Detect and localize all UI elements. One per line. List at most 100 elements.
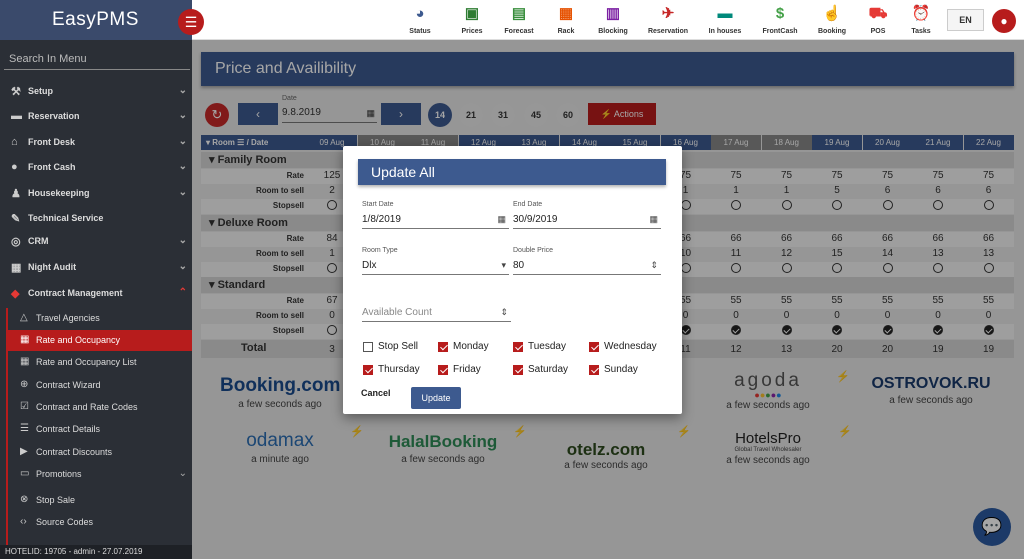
dollar-icon: $ xyxy=(775,5,785,22)
plane-icon: ✈ xyxy=(661,5,675,22)
end-date-value: 30/9/2019 xyxy=(513,214,558,225)
globe-icon: ◎ xyxy=(11,236,21,248)
calendar-icon: ▥ xyxy=(605,5,621,22)
calendar-icon: ▦ xyxy=(20,334,30,345)
toolbar-label: Status xyxy=(409,28,431,35)
toolbar-blocking[interactable]: ▥ Blocking xyxy=(591,4,635,35)
sidebar-subitem-label: Travel Agencies xyxy=(36,313,100,323)
toolbar-pos[interactable]: ⛟ POS xyxy=(856,4,900,35)
toolbar-status[interactable]: ◕ Status xyxy=(398,4,442,35)
menu-search-input[interactable]: Search In Menu xyxy=(4,50,190,70)
toolbar-forecast[interactable]: ▤ Forecast xyxy=(497,4,541,35)
chevron-down-icon: ▾ xyxy=(501,260,506,270)
available-count-input[interactable]: Available Count ⇕ xyxy=(362,305,511,322)
checkbox-label: Monday xyxy=(453,341,489,352)
sidebar-item-setup[interactable]: ⚒ Setup ⌄ xyxy=(0,80,192,104)
sidebar-subitem-contract-discounts[interactable]: ▶ Contract Discounts xyxy=(6,442,192,463)
sidebar-item-reservation[interactable]: ▬ Reservation ⌄ xyxy=(0,105,192,129)
sidebar-item-technical-service[interactable]: ✎ Technical Service xyxy=(0,207,192,231)
sidebar-subitem-stop-sale[interactable]: ⊗ Stop Sale xyxy=(6,490,192,511)
chevron-up-icon: ⌃ xyxy=(178,287,187,298)
toolbar-tasks[interactable]: ⏰ Tasks xyxy=(899,4,943,35)
toolbar-reservation[interactable]: ✈ Reservation xyxy=(646,4,690,35)
sidebar-subitem-rate-and-occupancy-list[interactable]: ▦ Rate and Occupancy List xyxy=(6,352,192,373)
sidebar-subitem-label: Promotions xyxy=(36,469,82,479)
calendar-icon: ▦ xyxy=(649,214,658,224)
sidebar-item-contract-management[interactable]: ◆ Contract Management ⌃ xyxy=(0,282,192,306)
sidebar-subitem-rate-and-occupancy[interactable]: ▦ Rate and Occupancy xyxy=(6,330,192,351)
toolbar-booking[interactable]: ☝ Booking xyxy=(810,4,854,35)
sidebar-subitem-label: Contract Wizard xyxy=(36,380,101,390)
folder-icon: ▭ xyxy=(20,468,30,479)
calendar-icon: ▦ xyxy=(20,356,30,367)
checkbox-box xyxy=(363,365,373,375)
sidebar-subitem-label: Source Codes xyxy=(36,517,94,527)
toolbar-label: POS xyxy=(870,28,886,35)
sidebar-subitem-label: Contract Details xyxy=(36,424,101,434)
chevron-down-icon: ⌄ xyxy=(178,468,187,479)
user-avatar-icon[interactable]: ● xyxy=(992,9,1016,33)
chevron-down-icon: ⌄ xyxy=(178,110,187,121)
sidebar-item-front-desk[interactable]: ⌂ Front Desk ⌄ xyxy=(0,131,192,155)
hand-icon: ☝ xyxy=(822,5,842,22)
gavel-icon: ⚒ xyxy=(11,86,21,98)
checkbox-label: Sunday xyxy=(604,364,638,375)
sidebar-item-housekeeping[interactable]: ♟ Housekeeping ⌄ xyxy=(0,182,192,206)
sidebar-item-label: CRM xyxy=(28,236,49,246)
toolbar-label: FrontCash xyxy=(762,28,798,35)
double-price-input[interactable]: 80 ⇕ xyxy=(513,258,661,275)
toolbar-in-houses[interactable]: ▬ In houses xyxy=(703,4,747,35)
chevron-down-icon: ⌄ xyxy=(178,187,187,198)
checkbox-label: Tuesday xyxy=(528,341,566,352)
cart-icon: ⛟ xyxy=(868,5,888,22)
dialog-title: Update All xyxy=(358,159,666,185)
sidebar-subitem-contract-wizard[interactable]: ⊕ Contract Wizard xyxy=(6,375,192,396)
app-name: EasyPMS xyxy=(52,9,139,30)
tag-icon: ◆ xyxy=(11,288,20,300)
chevron-down-icon: ⌄ xyxy=(178,85,187,96)
toolbar-prices[interactable]: ▣ Prices xyxy=(450,4,494,35)
stop-circle-icon: ⊗ xyxy=(20,494,29,505)
checkbox-box xyxy=(438,342,448,352)
sidebar-subitem-label: Rate and Occupancy List xyxy=(36,357,137,367)
stepper-icon: ⇕ xyxy=(500,307,508,317)
room-type-select[interactable]: Dlx ▾ xyxy=(362,258,509,275)
list-icon: ☰ xyxy=(20,423,29,434)
stepper-icon: ⇕ xyxy=(650,260,658,270)
checkbox-label: Thursday xyxy=(378,364,420,375)
update-all-dialog: Update All Start Date 1/8/2019 ▦ End Date… xyxy=(343,146,682,414)
start-date-value: 1/8/2019 xyxy=(362,214,401,225)
toolbar-label: Booking xyxy=(818,28,846,35)
sidebar-item-night-audit[interactable]: ▦ Night Audit ⌄ xyxy=(0,256,192,280)
calendar-icon: ▦ xyxy=(11,262,22,274)
sidebar-subitem-promotions[interactable]: ▭ Promotions ⌄ xyxy=(6,464,192,485)
end-date-input[interactable]: 30/9/2019 ▦ xyxy=(513,212,661,229)
toolbar-frontcash[interactable]: $ FrontCash xyxy=(758,4,802,35)
sidebar-subitem-travel-agencies[interactable]: △ Travel Agencies xyxy=(6,308,192,329)
sidebar: EasyPMS Search In Menu ⚒ Setup ⌄ ▬ Reservat… xyxy=(0,0,192,559)
checkbox-box xyxy=(363,342,373,352)
language-button[interactable]: EN xyxy=(947,9,984,31)
checkbox-label: Wednesday xyxy=(604,341,657,352)
sidebar-footer: HOTELID: 19705 - admin - 27.07.2019 xyxy=(0,545,192,559)
chevron-down-icon: ⌄ xyxy=(178,161,187,172)
sidebar-item-front-cash[interactable]: ● Front Cash ⌄ xyxy=(0,156,192,180)
coins-icon: ● xyxy=(11,161,18,173)
sidebar-subitem-label: Stop Sale xyxy=(36,495,76,505)
sidebar-item-label: Front Cash xyxy=(28,162,76,172)
hamburger-icon[interactable]: ☰ xyxy=(178,9,204,35)
sidebar-item-label: Technical Service xyxy=(28,213,104,223)
sidebar-subitem-contract-details[interactable]: ☰ Contract Details xyxy=(6,419,192,440)
sidebar-item-label: Contract Management xyxy=(28,288,123,298)
sidebar-subitem-contract-rate-codes[interactable]: ☑ Contract and Rate Codes xyxy=(6,397,192,418)
top-toolbar: ◕ Status ▣ Prices ▤ Forecast ▦ Rack ▥ Blockin… xyxy=(192,0,1024,40)
sidebar-item-crm[interactable]: ◎ CRM ⌄ xyxy=(0,230,192,254)
cancel-button[interactable]: Cancel xyxy=(361,388,391,398)
sidebar-item-label: Setup xyxy=(28,86,54,96)
sidebar-item-label: Housekeeping xyxy=(28,188,90,198)
start-date-input[interactable]: 1/8/2019 ▦ xyxy=(362,212,509,229)
update-button[interactable]: Update xyxy=(411,387,461,409)
sidebar-subitem-source-codes[interactable]: ‹› Source Codes xyxy=(6,512,192,533)
toolbar-rack[interactable]: ▦ Rack xyxy=(544,4,588,35)
alarm-icon: ⏰ xyxy=(911,5,931,22)
